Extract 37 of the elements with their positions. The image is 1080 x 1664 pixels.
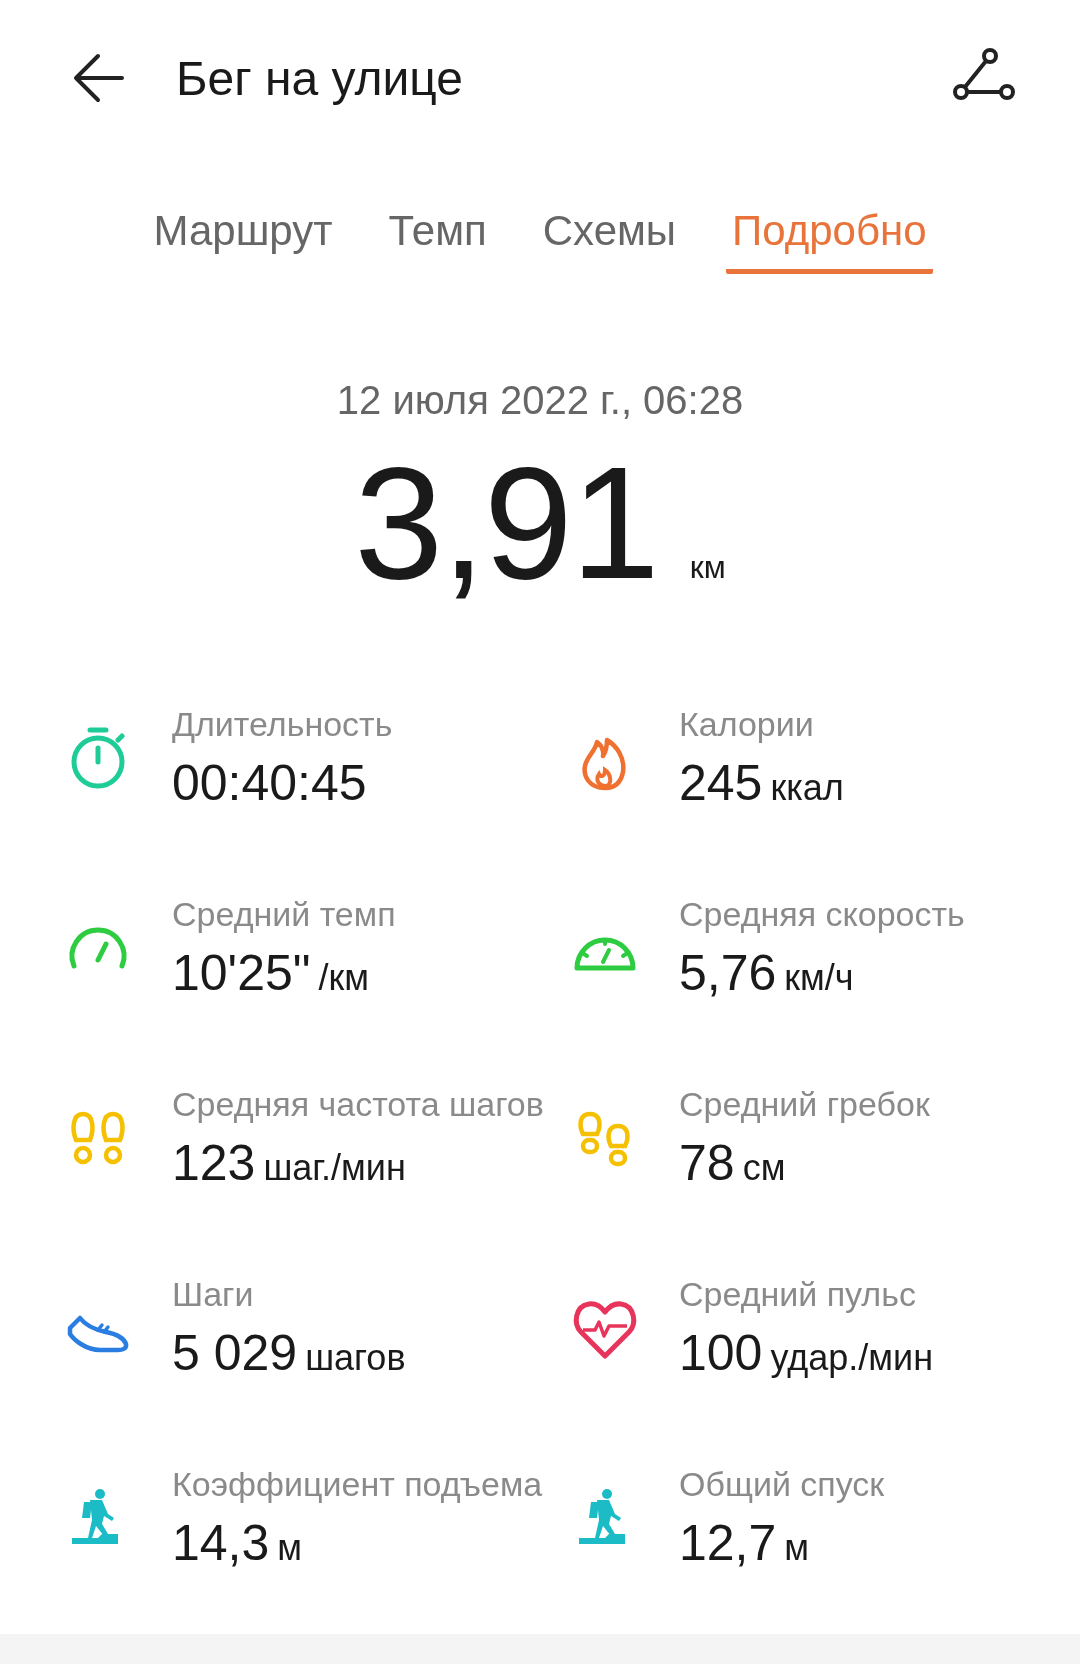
stat-value: 14,3 — [172, 1513, 270, 1572]
stat-value: 12,7 — [679, 1513, 777, 1572]
stat-label: Средний темп — [172, 894, 396, 934]
distance-value: 3,91 — [354, 432, 658, 614]
stat-label: Коэффициент подъема — [172, 1464, 543, 1504]
stat-unit: км/ч — [784, 956, 854, 999]
stat-unit: ккал — [770, 766, 844, 809]
stat-value: 10'25" — [172, 943, 311, 1002]
stat-label: Калории — [679, 704, 815, 744]
date-text: 12 июля 2022 г., 06:28 — [335, 378, 745, 423]
stat-value: 100 — [679, 1323, 763, 1382]
stat-value: 78 — [679, 1133, 735, 1192]
stat-value: 245 — [679, 753, 763, 812]
stat-unit: /км — [318, 956, 370, 999]
stat-value: 5 029 — [172, 1323, 298, 1382]
stat-unit: м — [277, 1526, 303, 1569]
stat-label: Длительность — [172, 704, 393, 744]
stat-value: 00:40:45 — [172, 753, 367, 812]
stat-label: Общий спуск — [679, 1464, 885, 1504]
stat-label: Средний пульс — [679, 1274, 917, 1314]
stat-value: 123 — [172, 1133, 256, 1192]
tab[interactable]: Маршрут — [147, 206, 339, 274]
stat-unit: шагов — [305, 1336, 406, 1379]
stat-label: Средняя частота шагов — [172, 1084, 544, 1124]
stat-value: 5,76 — [679, 943, 777, 1002]
stat-unit: см — [742, 1146, 786, 1189]
tab[interactable]: Схемы — [536, 206, 683, 274]
tab[interactable]: Подробно — [726, 206, 933, 274]
stat-label: Средняя скорость — [679, 894, 965, 934]
tab[interactable]: Темп — [382, 206, 493, 274]
stat-unit: м — [784, 1526, 810, 1569]
distance-unit: км — [689, 549, 726, 586]
stat-label: Шаги — [172, 1274, 255, 1314]
stat-label: Средний гребок — [679, 1084, 930, 1124]
stat-unit: шаг./мин — [263, 1146, 406, 1189]
screen-title: Бег на улице — [176, 50, 464, 106]
stat-unit: удар./мин — [770, 1336, 934, 1379]
